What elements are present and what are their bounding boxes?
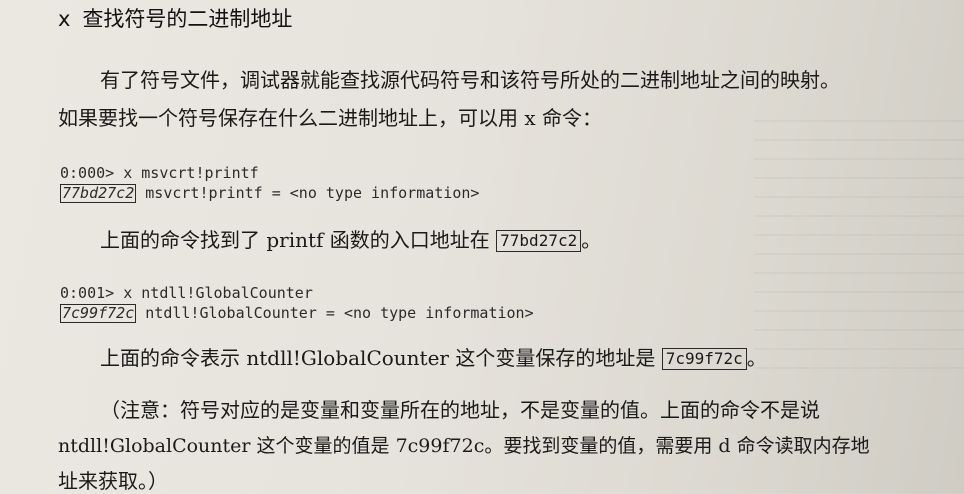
heading-command: x <box>58 7 71 31</box>
code-output-text: ntdll!GlobalCounter = <no type informati… <box>136 304 534 322</box>
note-text-end: 。 <box>746 346 767 370</box>
address-box: 7c99f72c <box>661 348 747 370</box>
code-output-text: msvcrt!printf = <no type information> <box>136 184 480 202</box>
note-globalcounter-address: 上面的命令表示 ntdll!GlobalCounter 这个变量保存的地址是 7… <box>100 345 767 371</box>
address-box: 7c99f72c <box>60 304 137 323</box>
note-text: 上面的命令表示 ntdll!GlobalCounter 这个变量保存的地址是 <box>100 346 662 370</box>
caution-line-3: 址来获取。） <box>58 469 168 493</box>
page-show-through <box>754 120 964 380</box>
address-box: 77bd27c2 <box>496 230 582 252</box>
heading-title: 查找符号的二进制地址 <box>82 7 293 31</box>
code-example-1-command: 0:000> x msvcrt!printf <box>60 164 259 182</box>
address-box: 77bd27c2 <box>60 184 137 203</box>
intro-line-1: 有了符号文件，调试器就能查找源代码符号和该符号所处的二进制地址之间的映射。 <box>100 68 840 92</box>
section-heading: x 查找符号的二进制地址 <box>58 6 292 32</box>
note-text: 上面的命令找到了 printf 函数的入口地址在 <box>100 228 497 252</box>
code-example-2-output: 7c99f72c ntdll!GlobalCounter = <no type … <box>60 303 534 323</box>
intro-line-2: 如果要找一个符号保存在什么二进制地址上，可以用 x 命令： <box>58 106 602 130</box>
code-example-1-output: 77bd27c2 msvcrt!printf = <no type inform… <box>60 183 479 203</box>
note-text-end: 。 <box>581 228 602 252</box>
note-printf-address: 上面的命令找到了 printf 函数的入口地址在 77bd27c2。 <box>100 227 601 253</box>
caution-line-1: （注意：符号对应的是变量和变量所在的地址，不是变量的值。上面的命令不是说 <box>100 398 820 422</box>
caution-line-2: ntdll!GlobalCounter 这个变量的值是 7c99f72c。要找到… <box>58 435 870 457</box>
code-example-2-command: 0:001> x ntdll!GlobalCounter <box>60 284 313 302</box>
